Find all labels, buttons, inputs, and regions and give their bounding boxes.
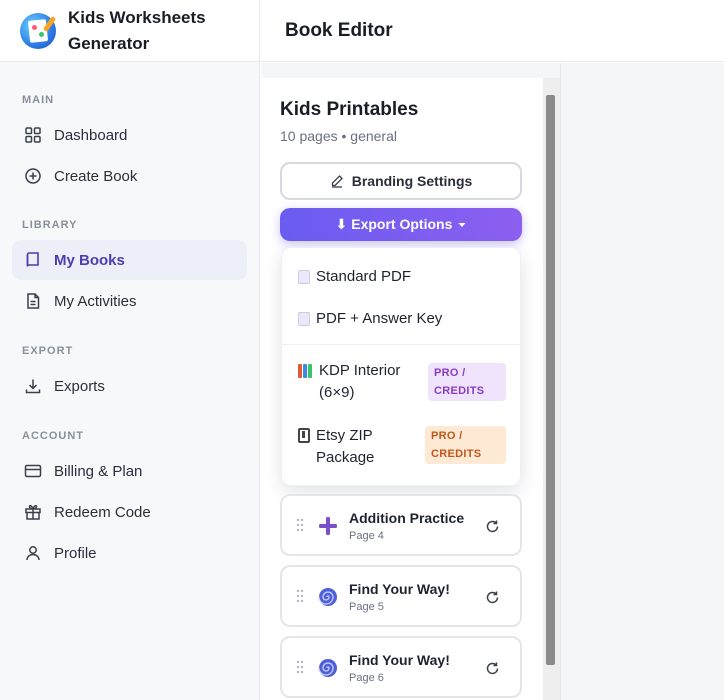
sidebar-item-label: Billing & Plan xyxy=(54,462,143,480)
book-title: Kids Printables xyxy=(280,99,419,120)
page-card-title: Addition Practice xyxy=(349,510,465,526)
sidebar-item-exports[interactable]: Exports xyxy=(12,366,247,406)
sidebar-item-label: My Books xyxy=(54,251,125,269)
sidebar-item-my-activities[interactable]: My Activities xyxy=(12,281,247,321)
pro-credits-badge: PRO / CREDITS xyxy=(425,426,506,464)
sidebar-item-dashboard[interactable]: Dashboard xyxy=(12,115,247,155)
sidebar-item-label: My Activities xyxy=(54,292,137,310)
top-header: Book Editor xyxy=(261,0,724,62)
page-card[interactable]: Addition Practice Page 4 xyxy=(280,494,522,556)
gift-icon xyxy=(25,504,41,520)
refresh-icon[interactable] xyxy=(485,661,500,676)
app-logo-icon xyxy=(20,12,57,49)
menu-item-standard-pdf[interactable]: Standard PDF xyxy=(298,266,411,288)
sidebar-item-billing[interactable]: Billing & Plan xyxy=(12,451,247,491)
menu-item-label: KDP Interior (6×9) xyxy=(319,362,401,401)
preview-area xyxy=(560,63,724,700)
menu-divider xyxy=(282,344,520,345)
export-dropdown-menu: Standard PDF PDF + Answer Key KDP Interi… xyxy=(281,247,521,486)
zip-icon xyxy=(298,428,310,443)
book-meta: 10 pages • general xyxy=(280,128,397,144)
drag-handle-icon[interactable] xyxy=(296,660,304,674)
menu-item-label: Standard PDF xyxy=(316,268,412,285)
sidebar-item-label: Profile xyxy=(54,544,97,562)
sidebar-item-create-book[interactable]: Create Book xyxy=(12,156,247,196)
branding-settings-button[interactable]: Branding Settings xyxy=(280,162,522,200)
menu-item-label: Etsy ZIP Package xyxy=(316,427,375,466)
sidebar-item-redeem-code[interactable]: Redeem Code xyxy=(12,492,247,532)
download-icon xyxy=(25,379,41,394)
spiral-icon xyxy=(318,659,337,677)
scrollbar-thumb[interactable] xyxy=(546,95,555,665)
sidebar-item-label: Exports xyxy=(54,377,105,395)
plus-circle-icon xyxy=(25,168,41,184)
document-icon xyxy=(298,270,310,284)
book-icon xyxy=(26,252,39,267)
refresh-icon[interactable] xyxy=(485,590,500,605)
caret-down-icon xyxy=(458,222,466,227)
sidebar-item-my-books[interactable]: My Books xyxy=(12,240,247,280)
document-icon xyxy=(27,293,40,309)
menu-item-etsy-zip[interactable]: Etsy ZIP Package xyxy=(298,425,408,469)
nav-section-library: LIBRARY xyxy=(22,219,78,231)
nav-section-main: MAIN xyxy=(22,94,55,106)
drag-handle-icon[interactable] xyxy=(296,589,304,603)
branding-settings-label: Branding Settings xyxy=(351,173,473,189)
nav-section-account: ACCOUNT xyxy=(22,430,84,442)
sidebar: Kids Worksheets Generator MAIN Dashboard… xyxy=(0,0,260,700)
credit-card-icon xyxy=(24,464,42,478)
spiral-icon xyxy=(318,588,337,606)
dashboard-icon xyxy=(25,127,41,143)
page-card-title: Find Your Way! xyxy=(349,652,450,668)
export-options-button[interactable]: ⬇ Export Options xyxy=(280,208,522,241)
pro-credits-badge: PRO / CREDITS xyxy=(428,363,506,401)
drag-handle-icon[interactable] xyxy=(296,518,304,532)
page-title: Book Editor xyxy=(285,19,393,41)
plus-icon xyxy=(319,517,337,535)
page-card[interactable]: Find Your Way! Page 6 xyxy=(280,636,522,698)
sidebar-item-label: Dashboard xyxy=(54,126,128,144)
page-card-title: Find Your Way! xyxy=(349,581,450,597)
books-icon xyxy=(298,364,313,378)
sidebar-item-label: Create Book xyxy=(54,167,138,185)
page-card-subtitle: Page 5 xyxy=(349,601,384,613)
page-card-subtitle: Page 6 xyxy=(349,672,384,684)
sidebar-item-label: Redeem Code xyxy=(54,503,151,521)
nav-section-export: EXPORT xyxy=(22,345,74,357)
export-options-label: ⬇ Export Options xyxy=(335,216,453,232)
page-card-subtitle: Page 4 xyxy=(349,530,384,542)
document-icon xyxy=(298,312,310,326)
sidebar-item-profile[interactable]: Profile xyxy=(12,533,247,573)
menu-item-kdp-interior[interactable]: KDP Interior (6×9) xyxy=(298,360,423,404)
refresh-icon[interactable] xyxy=(485,519,500,534)
brand: Kids Worksheets Generator xyxy=(0,0,259,62)
app-title: Kids Worksheets Generator xyxy=(68,7,206,53)
menu-item-pdf-answer-key[interactable]: PDF + Answer Key xyxy=(298,308,442,330)
pencil-icon xyxy=(331,175,343,188)
menu-item-label: PDF + Answer Key xyxy=(316,310,443,327)
user-icon xyxy=(26,546,40,561)
page-card[interactable]: Find Your Way! Page 5 xyxy=(280,565,522,627)
